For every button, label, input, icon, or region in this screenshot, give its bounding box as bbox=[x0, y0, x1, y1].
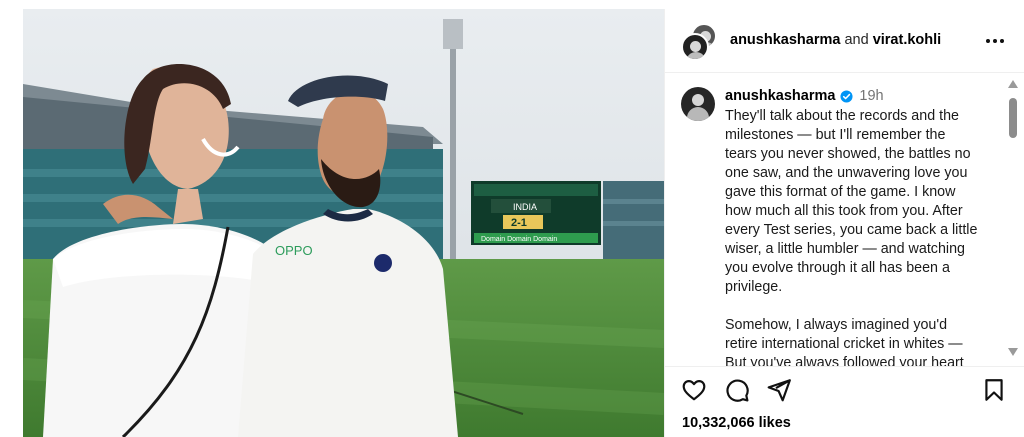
caption-header: anushkasharma 19h bbox=[725, 88, 884, 104]
caption-text: They'll talk about the records and the m… bbox=[725, 107, 995, 366]
header-username-2[interactable]: virat.kohli bbox=[873, 32, 942, 48]
post-side-panel: anushkasharma and virat.kohli anushkasha… bbox=[664, 9, 1024, 437]
post-photo[interactable]: INDIA 2-1 Domain Domain Domain OPPO bbox=[23, 9, 664, 437]
send-icon[interactable] bbox=[766, 377, 794, 405]
scroll-up-arrow-icon[interactable] bbox=[1008, 80, 1018, 88]
more-options-icon[interactable] bbox=[983, 29, 1007, 53]
post-timestamp[interactable]: 19h bbox=[859, 88, 883, 104]
scroll-thumb[interactable] bbox=[1009, 98, 1017, 138]
heart-icon[interactable] bbox=[681, 377, 709, 405]
scoreboard-line1: INDIA bbox=[513, 202, 537, 212]
post-header: anushkasharma and virat.kohli bbox=[665, 9, 1024, 73]
caption-area: anushkasharma 19h They'll talk about the… bbox=[665, 74, 1024, 366]
verified-badge-icon bbox=[840, 89, 853, 103]
scoreboard-sponsor: Domain Domain Domain bbox=[481, 236, 557, 243]
header-usernames: anushkasharma and virat.kohli bbox=[730, 32, 941, 48]
header-username-1[interactable]: anushkasharma bbox=[730, 32, 840, 48]
caption-paragraph-2: Somehow, I always imagined you'd retire … bbox=[725, 317, 964, 366]
caption-scrollbar[interactable] bbox=[1004, 74, 1022, 366]
comment-icon[interactable] bbox=[724, 377, 752, 405]
collab-avatars[interactable] bbox=[681, 23, 719, 61]
scoreboard-score: 2-1 bbox=[511, 217, 527, 229]
header-connector: and bbox=[844, 32, 869, 48]
jersey-sponsor-text: OPPO bbox=[275, 243, 313, 258]
likes-count[interactable]: 10,332,066 likes bbox=[682, 415, 791, 431]
scroll-down-arrow-icon[interactable] bbox=[1008, 348, 1018, 356]
avatar[interactable] bbox=[681, 87, 715, 121]
instagram-post: INDIA 2-1 Domain Domain Domain OPPO anus… bbox=[0, 0, 1024, 437]
caption-paragraph-1: They'll talk about the records and the m… bbox=[725, 108, 978, 295]
bookmark-icon[interactable] bbox=[981, 377, 1009, 405]
post-actions: 10,332,066 likes bbox=[665, 366, 1024, 437]
avatar bbox=[681, 33, 709, 61]
caption-username[interactable]: anushkasharma bbox=[725, 88, 835, 104]
